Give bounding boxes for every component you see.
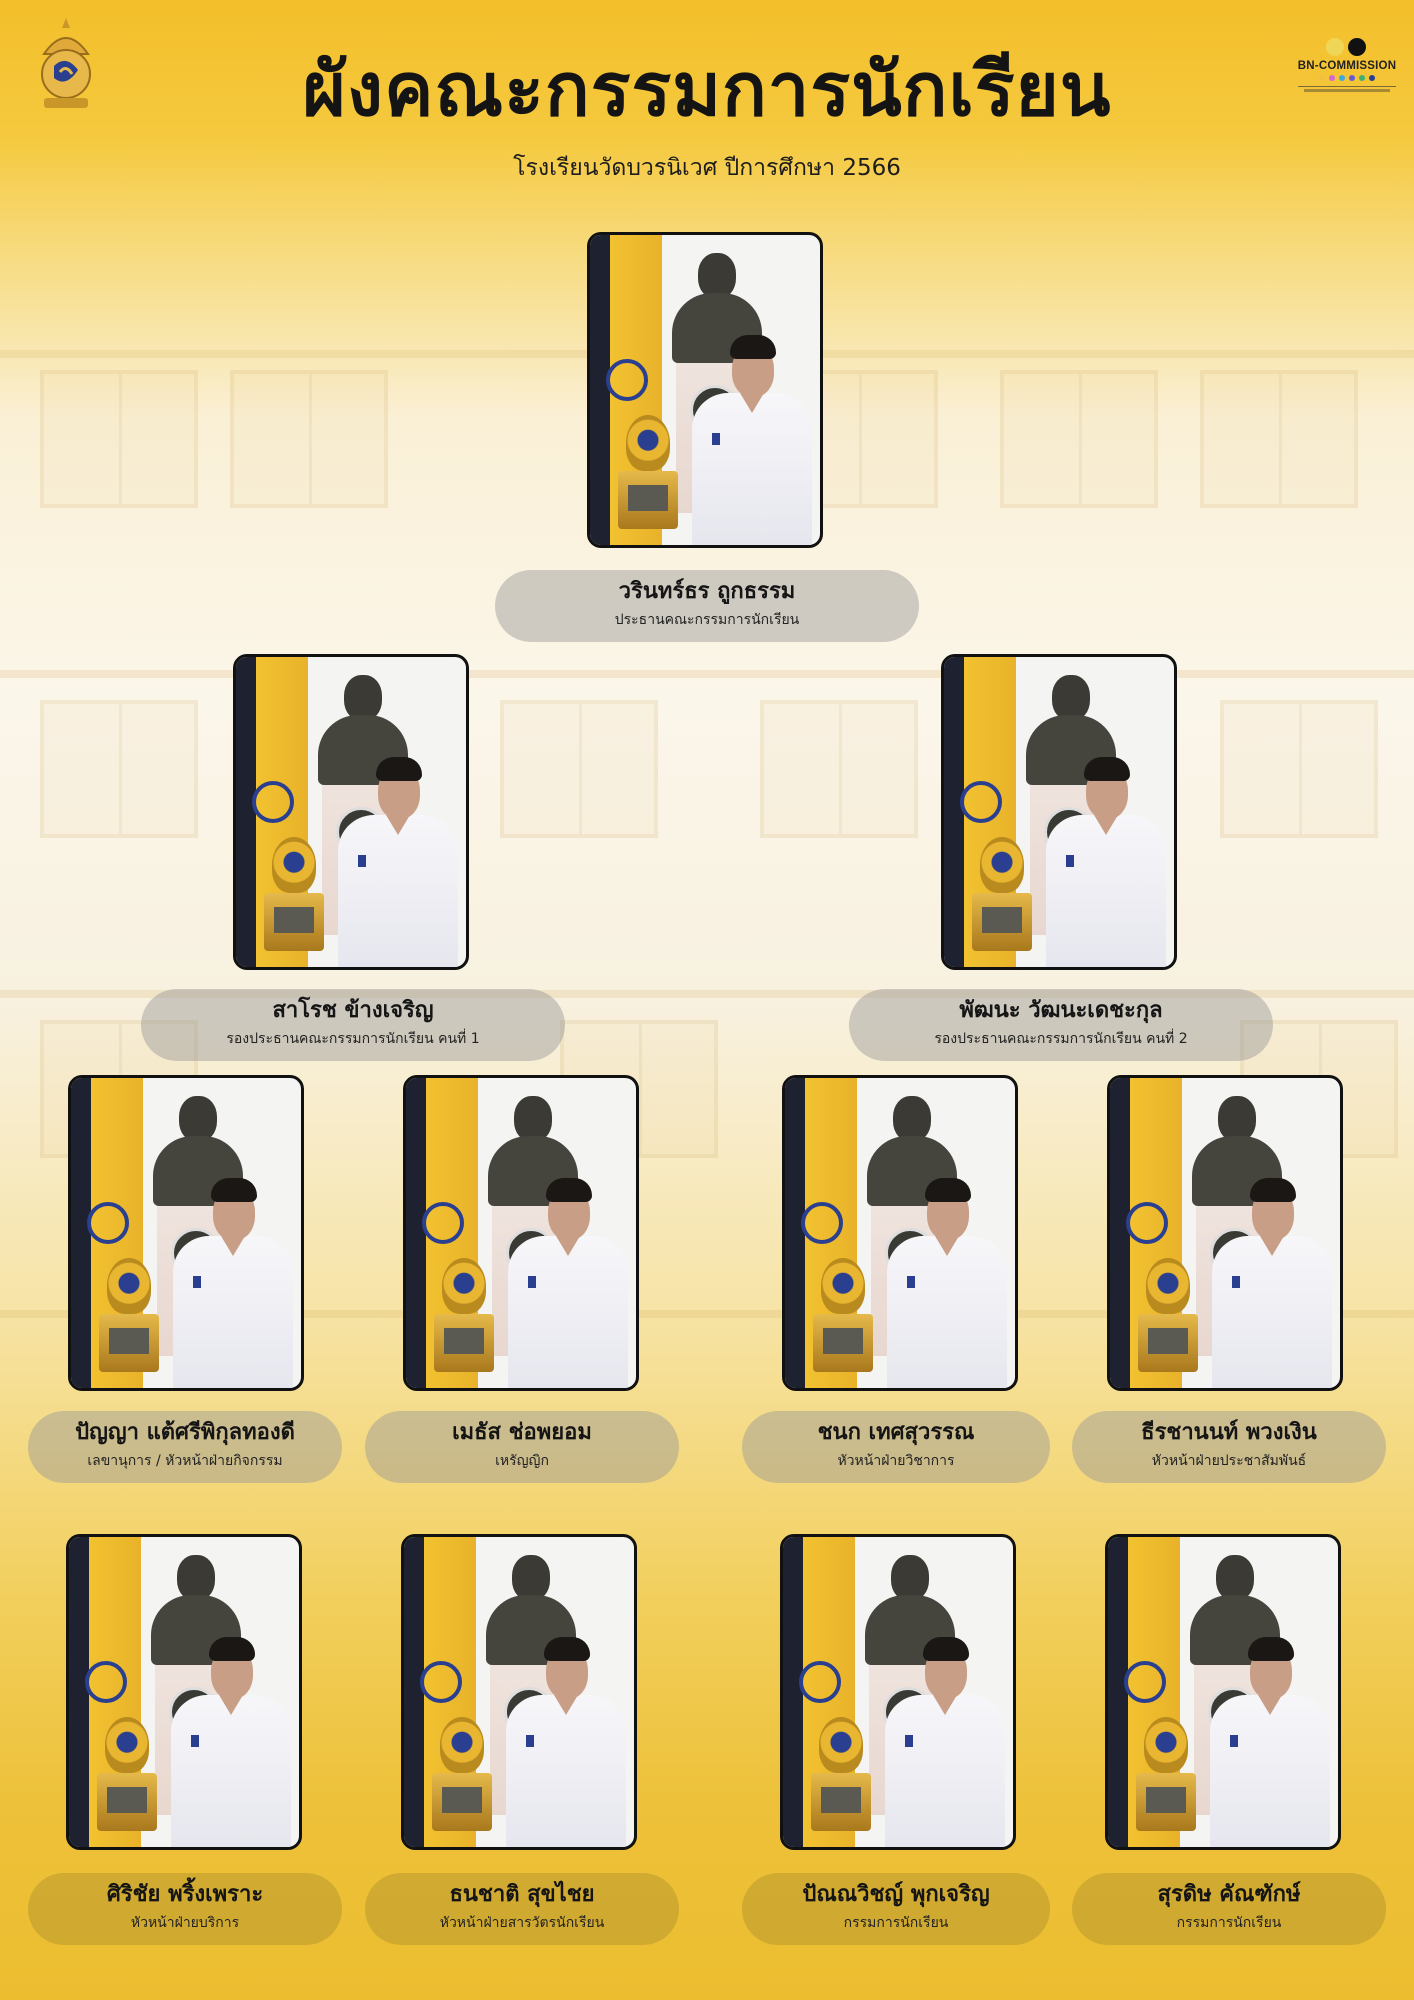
member-photo <box>68 1075 304 1391</box>
member-role: เลขานุการ / หัวหน้าฝ่ายกิจกรรม <box>87 1453 283 1469</box>
student-portrait <box>1212 1178 1332 1388</box>
trophy-image <box>1136 1717 1196 1837</box>
trophy-image <box>813 1258 873 1378</box>
member-photo <box>941 654 1177 970</box>
trophy-image <box>97 1717 157 1837</box>
member-role: หัวหน้าฝ่ายวิชาการ <box>837 1453 955 1469</box>
trophy-image <box>432 1717 492 1837</box>
student-portrait <box>1046 757 1166 967</box>
member-photo <box>1107 1075 1343 1391</box>
student-portrait <box>173 1178 293 1388</box>
member-label: ปัญญา แต้ศรีพิกุลทองดี เลขานุการ / หัวหน… <box>28 1411 342 1483</box>
member-role: หัวหน้าฝ่ายบริการ <box>130 1915 240 1931</box>
member-role: รองประธานคณะกรรมการนักเรียน คนที่ 1 <box>226 1031 480 1047</box>
member-name: วรินทร์ธร ถูกธรรม <box>618 579 796 604</box>
trophy-image <box>618 415 678 535</box>
trophy-image <box>972 837 1032 957</box>
trophy-image <box>1138 1258 1198 1378</box>
member-label: วรินทร์ธร ถูกธรรม ประธานคณะกรรมการนักเรี… <box>495 570 919 642</box>
member-photo <box>233 654 469 970</box>
trophy-image <box>264 837 324 957</box>
member-label: พัฒนะ วัฒนะเดชะกุล รองประธานคณะกรรมการนั… <box>849 989 1273 1061</box>
trophy-image <box>434 1258 494 1378</box>
member-photo <box>66 1534 302 1850</box>
student-portrait <box>506 1637 626 1847</box>
student-portrait <box>1210 1637 1330 1847</box>
member-name: ปัณณวิชญ์ พุกเจริญ <box>802 1882 990 1907</box>
member-label: ธีรชานนท์ พวงเงิน หัวหน้าฝ่ายประชาสัมพัน… <box>1072 1411 1386 1483</box>
member-name: ธนชาติ สุขไชย <box>449 1882 595 1907</box>
member-name: พัฒนะ วัฒนะเดชะกุล <box>959 998 1163 1023</box>
member-label: สุรดิษ คัณฑักษ์ กรรมการนักเรียน <box>1072 1873 1386 1945</box>
member-role: หัวหน้าฝ่ายสารวัตรนักเรียน <box>439 1915 605 1931</box>
trophy-image <box>99 1258 159 1378</box>
student-portrait <box>692 335 812 545</box>
member-photo <box>1105 1534 1341 1850</box>
member-photo <box>401 1534 637 1850</box>
student-portrait <box>887 1178 1007 1388</box>
member-role: หัวหน้าฝ่ายประชาสัมพันธ์ <box>1151 1453 1307 1469</box>
page-subtitle: โรงเรียนวัดบวรนิเวศ ปีการศึกษา 2566 <box>513 155 901 181</box>
member-name: ศิริชัย พริ้งเพราะ <box>106 1882 264 1907</box>
member-role: กรรมการนักเรียน <box>843 1915 949 1931</box>
member-role: กรรมการนักเรียน <box>1176 1915 1282 1931</box>
member-photo <box>780 1534 1016 1850</box>
page-title: ผังคณะกรรมการนักเรียน <box>302 47 1112 133</box>
member-name: สุรดิษ คัณฑักษ์ <box>1157 1882 1301 1907</box>
member-name: ชนก เทศสุวรรณ <box>817 1420 975 1445</box>
member-photo <box>782 1075 1018 1391</box>
student-portrait <box>171 1637 291 1847</box>
member-label: เมธัส ช่อพยอม เหรัญญิก <box>365 1411 679 1483</box>
member-label: สาโรช ข้างเจริญ รองประธานคณะกรรมการนักเร… <box>141 989 565 1061</box>
member-name: สาโรช ข้างเจริญ <box>272 998 434 1023</box>
member-name: ธีรชานนท์ พวงเงิน <box>1141 1420 1317 1445</box>
member-label: ศิริชัย พริ้งเพราะ หัวหน้าฝ่ายบริการ <box>28 1873 342 1945</box>
member-name: เมธัส ช่อพยอม <box>452 1420 592 1445</box>
member-label: ปัณณวิชญ์ พุกเจริญ กรรมการนักเรียน <box>742 1873 1050 1945</box>
student-portrait <box>508 1178 628 1388</box>
member-photo <box>587 232 823 548</box>
student-portrait <box>338 757 458 967</box>
member-name: ปัญญา แต้ศรีพิกุลทองดี <box>75 1420 295 1445</box>
member-role: ประธานคณะกรรมการนักเรียน <box>614 612 800 628</box>
trophy-image <box>811 1717 871 1837</box>
member-label: ชนก เทศสุวรรณ หัวหน้าฝ่ายวิชาการ <box>742 1411 1050 1483</box>
member-role: เหรัญญิก <box>495 1453 549 1469</box>
member-role: รองประธานคณะกรรมการนักเรียน คนที่ 2 <box>934 1031 1188 1047</box>
member-photo <box>403 1075 639 1391</box>
member-label: ธนชาติ สุขไชย หัวหน้าฝ่ายสารวัตรนักเรียน <box>365 1873 679 1945</box>
student-portrait <box>885 1637 1005 1847</box>
